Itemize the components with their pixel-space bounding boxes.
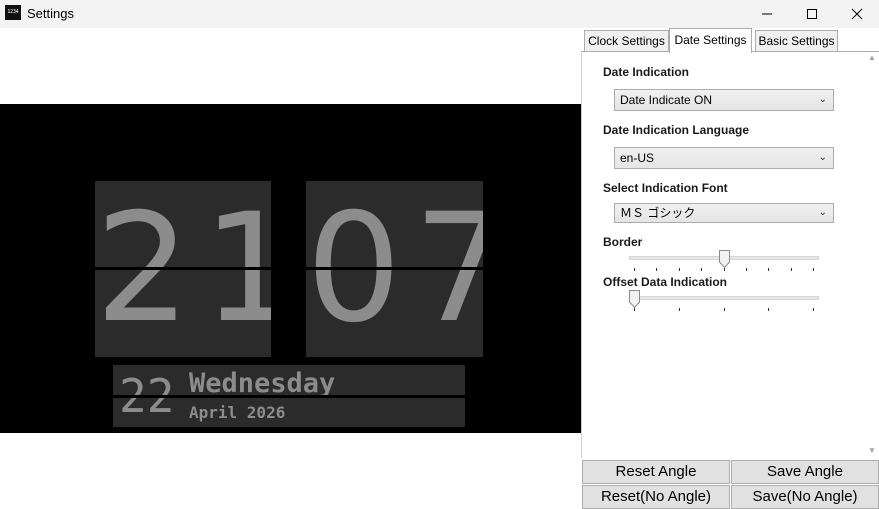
offset-label: Offset Data Indication — [603, 275, 728, 289]
hour-flip-card: 21 — [95, 181, 271, 357]
minimize-button[interactable] — [744, 0, 790, 28]
slider-tick — [790, 268, 792, 271]
slider-thumb[interactable] — [629, 290, 640, 308]
date-indication-select[interactable]: Date Indicate ON ⌄ — [614, 89, 834, 111]
title-bar[interactable]: 1234 Settings — [0, 0, 879, 28]
maximize-button[interactable] — [789, 0, 835, 28]
tab-date-settings[interactable]: Date Settings — [669, 28, 752, 53]
chevron-down-icon: ⌄ — [818, 207, 827, 218]
slider-tick — [634, 268, 635, 271]
tab-strip: Clock Settings Date Settings Basic Setti… — [584, 28, 874, 53]
close-button[interactable] — [834, 0, 879, 28]
flip-divider — [95, 267, 271, 270]
slider-tick — [768, 308, 770, 311]
offset-slider[interactable] — [629, 290, 819, 311]
font-value: ＭＳ ゴシック — [620, 206, 696, 220]
minimize-icon — [762, 13, 772, 15]
language-label: Date Indication Language — [603, 123, 750, 137]
reset-no-angle-button[interactable]: Reset(No Angle) — [582, 485, 730, 509]
date-indication-value: Date Indicate ON — [620, 93, 713, 107]
slider-tick — [723, 268, 725, 271]
slider-tick — [813, 268, 814, 271]
slider-tick — [634, 308, 635, 311]
slider-tick — [678, 308, 680, 311]
scroll-down-icon[interactable]: ▼ — [868, 446, 876, 455]
settings-panel: Clock Settings Date Settings Basic Setti… — [581, 28, 879, 509]
clock-preview: 21 07 22 Wednesday April 2026 — [0, 104, 581, 433]
slider-thumb[interactable] — [718, 250, 730, 268]
font-select[interactable]: ＭＳ ゴシック ⌄ — [614, 203, 834, 223]
slider-tick — [701, 268, 703, 271]
minute-flip-card: 07 — [306, 181, 483, 357]
vertical-scrollbar[interactable]: ▲ ▼ — [865, 52, 879, 457]
font-label: Select Indication Font — [603, 181, 728, 195]
reset-angle-button[interactable]: Reset Angle — [582, 460, 730, 484]
maximize-icon — [807, 9, 817, 19]
save-angle-button[interactable]: Save Angle — [731, 460, 879, 484]
date-indication-label: Date Indication — [603, 65, 690, 79]
tab-clock-settings[interactable]: Clock Settings — [584, 30, 669, 52]
slider-tick — [678, 268, 680, 271]
slider-tick — [723, 308, 725, 311]
save-no-angle-button[interactable]: Save(No Angle) — [731, 485, 879, 509]
settings-window: 1234 Settings 21 07 22 Wednesday April 2… — [0, 0, 879, 509]
slider-tick — [656, 268, 658, 271]
app-icon: 1234 — [5, 5, 21, 20]
slider-tick — [745, 268, 747, 271]
flip-divider — [113, 395, 465, 398]
language-select[interactable]: en-US ⌄ — [614, 147, 834, 169]
date-flip-card: 22 Wednesday April 2026 — [113, 365, 465, 427]
tab-basic-settings[interactable]: Basic Settings — [755, 30, 838, 52]
border-label: Border — [603, 235, 643, 249]
slider-track — [629, 296, 819, 300]
slider-tick — [813, 308, 814, 311]
slider-tick — [768, 268, 770, 271]
window-title: Settings — [27, 6, 74, 21]
close-icon — [851, 8, 863, 20]
chevron-down-icon: ⌄ — [818, 94, 827, 105]
chevron-down-icon: ⌄ — [818, 152, 827, 163]
language-value: en-US — [620, 151, 655, 165]
month-year-text: April 2026 — [189, 403, 286, 422]
scroll-up-icon[interactable]: ▲ — [868, 53, 876, 62]
border-slider[interactable] — [629, 250, 819, 271]
date-settings-content: Date Indication Date Indicate ON ⌄ Date … — [581, 51, 879, 458]
flip-divider — [306, 267, 483, 270]
